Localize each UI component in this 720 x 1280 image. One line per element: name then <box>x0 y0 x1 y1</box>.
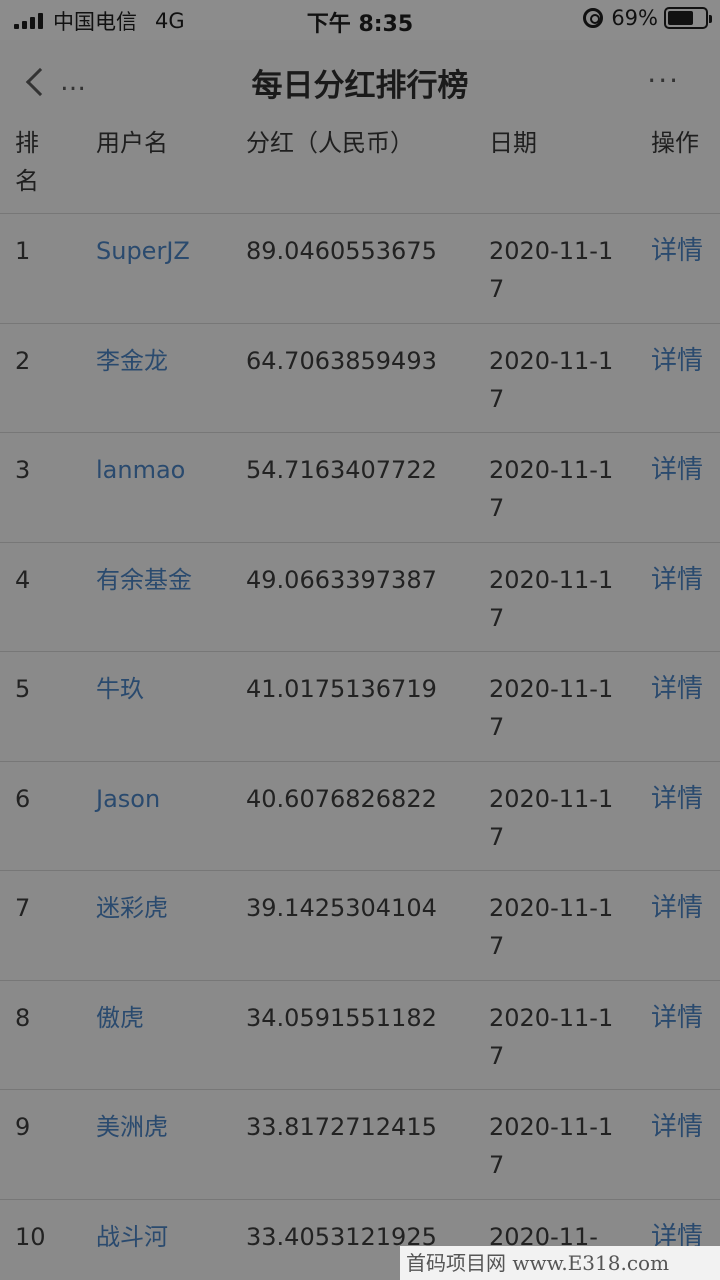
username-link[interactable]: 美洲虎 <box>96 1108 236 1146</box>
nav-bar: … 每日分红排行榜 ··· <box>0 40 720 124</box>
username-link[interactable]: lanmao <box>96 451 236 489</box>
details-link[interactable]: 详情 <box>651 780 711 818</box>
table-row: 7 迷彩虎 39.1425304104 2020-11-17 详情 <box>0 871 720 981</box>
header-date: 日期 <box>489 129 537 157</box>
battery-icon <box>664 7 712 29</box>
amount-cell: 39.1425304104 <box>246 894 437 922</box>
battery-fill <box>668 11 693 25</box>
rank-cell: 1 <box>15 237 31 265</box>
username-link[interactable]: SuperJZ <box>96 232 236 270</box>
status-bar: 中国电信 4G 下午 8:35 69% <box>0 0 720 40</box>
ranking-table: 排名 用户名 分红（人民币） 日期 操作 1 SuperJZ 89.04605536… <box>0 124 720 1280</box>
table-row: 9 美洲虎 33.8172712415 2020-11-17 详情 <box>0 1090 720 1200</box>
table-body: 1 SuperJZ 89.0460553675 2020-11-17 详情 2 李金龙 64.… <box>0 214 720 1280</box>
details-link[interactable]: 详情 <box>651 670 711 708</box>
amount-cell: 89.0460553675 <box>246 237 437 265</box>
details-link[interactable]: 详情 <box>651 999 711 1037</box>
details-link[interactable]: 详情 <box>651 889 711 927</box>
details-link[interactable]: 详情 <box>651 1108 711 1146</box>
amount-cell: 54.7163407722 <box>246 456 437 484</box>
table-row: 4 有余基金 49.0663397387 2020-11-17 详情 <box>0 543 720 652</box>
date-cell: 2020-11-17 <box>489 675 614 741</box>
date-cell: 2020-11-17 <box>489 237 614 303</box>
date-cell: 2020-11-17 <box>489 1113 614 1179</box>
table-row: 1 SuperJZ 89.0460553675 2020-11-17 详情 <box>0 214 720 324</box>
rank-cell: 10 <box>15 1222 46 1251</box>
header-action: 操作 <box>651 129 699 157</box>
table-row: 5 牛玖 41.0175136719 2020-11-17 详情 <box>0 652 720 762</box>
rank-cell: 3 <box>15 456 31 484</box>
details-link[interactable]: 详情 <box>651 561 711 599</box>
details-link[interactable]: 详情 <box>651 232 711 270</box>
amount-cell: 64.7063859493 <box>246 346 437 375</box>
status-right: 69% <box>583 6 712 30</box>
date-cell: 2020-11-17 <box>489 784 614 851</box>
more-icon[interactable]: ··· <box>647 64 680 97</box>
rank-cell: 5 <box>15 675 31 703</box>
rank-cell: 4 <box>15 565 31 594</box>
table-header: 排名 用户名 分红（人民币） 日期 操作 <box>0 124 720 214</box>
rank-cell: 9 <box>15 1113 31 1141</box>
amount-cell: 49.0663397387 <box>246 565 437 594</box>
date-cell: 2020-11-17 <box>489 894 614 960</box>
amount-cell: 41.0175136719 <box>246 675 437 703</box>
rank-cell: 8 <box>15 1003 31 1032</box>
table-row: 3 lanmao 54.7163407722 2020-11-17 详情 <box>0 433 720 543</box>
username-link[interactable]: 李金龙 <box>96 342 236 380</box>
amount-cell: 40.6076826822 <box>246 784 437 813</box>
table-row: 6 Jason 40.6076826822 2020-11-17 详情 <box>0 762 720 871</box>
battery-percent: 69% <box>611 6 658 30</box>
details-link[interactable]: 详情 <box>651 342 711 380</box>
username-link[interactable]: 迷彩虎 <box>96 889 236 927</box>
date-cell: 2020-11-17 <box>489 565 614 632</box>
watermark: 首码项目网 www.E318.com <box>400 1246 720 1280</box>
username-link[interactable]: 有余基金 <box>96 561 236 599</box>
details-link[interactable]: 详情 <box>651 451 711 489</box>
date-cell: 2020-11-17 <box>489 1003 614 1070</box>
username-link[interactable]: 战斗河 <box>96 1218 236 1256</box>
rank-cell: 2 <box>15 346 31 375</box>
table-row: 2 李金龙 64.7063859493 2020-11-17 详情 <box>0 324 720 433</box>
amount-cell: 33.8172712415 <box>246 1113 437 1141</box>
table-row: 8 傲虎 34.0591551182 2020-11-17 详情 <box>0 981 720 1090</box>
username-link[interactable]: Jason <box>96 780 236 818</box>
amount-cell: 34.0591551182 <box>246 1003 437 1032</box>
header-rank: 排名 <box>15 129 39 195</box>
header-amount: 分红（人民币） <box>246 129 414 157</box>
header-user: 用户名 <box>96 129 168 157</box>
battery-cap <box>709 15 712 23</box>
username-link[interactable]: 牛玖 <box>96 670 236 708</box>
username-link[interactable]: 傲虎 <box>96 999 236 1037</box>
date-cell: 2020-11-17 <box>489 456 614 522</box>
orientation-lock-icon <box>583 8 604 28</box>
rank-cell: 6 <box>15 784 31 813</box>
date-cell: 2020-11-17 <box>489 346 614 413</box>
page-title: 每日分红排行榜 <box>251 68 469 104</box>
rank-cell: 7 <box>15 894 31 922</box>
